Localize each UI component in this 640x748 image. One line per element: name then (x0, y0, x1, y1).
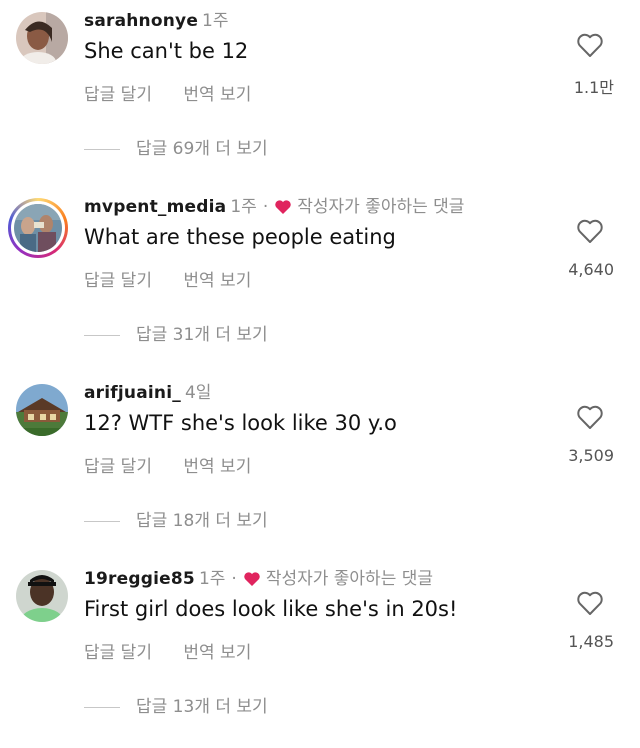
avatar[interactable] (16, 570, 68, 622)
comment-header: 19reggie85 1주 · 작성자가 좋아하는 댓글 (84, 568, 433, 590)
separator-dot: · (231, 569, 237, 589)
avatar-image (16, 12, 68, 64)
view-replies-button[interactable]: 답글 31개 더 보기 (84, 324, 268, 346)
view-replies-label: 답글 18개 더 보기 (136, 511, 268, 531)
heart-filled-icon (275, 200, 291, 214)
translate-button[interactable]: 번역 보기 (183, 643, 251, 663)
replies-divider (84, 706, 120, 708)
like-count: 3,509 (568, 446, 614, 465)
avatar-image (14, 204, 62, 252)
heart-outline-icon (577, 591, 603, 615)
translate-button[interactable]: 번역 보기 (183, 271, 251, 291)
author-liked-label: 작성자가 좋아하는 댓글 (297, 197, 465, 217)
like-count: 1.1만 (573, 78, 614, 97)
comment-header: mvpent_media 1주 · 작성자가 좋아하는 댓글 (84, 196, 464, 218)
reply-button[interactable]: 답글 달기 (84, 271, 152, 291)
view-replies-button[interactable]: 답글 13개 더 보기 (84, 696, 268, 718)
reply-button[interactable]: 답글 달기 (84, 85, 152, 105)
comment-text: What are these people eating (84, 225, 396, 249)
avatar-image (16, 570, 68, 622)
heart-filled-icon (244, 572, 260, 586)
comment-actions: 답글 달기 번역 보기 (84, 270, 277, 292)
username[interactable]: mvpent_media (84, 196, 226, 218)
like-button[interactable] (576, 404, 604, 430)
comment-item: mvpent_media 1주 · 작성자가 좋아하는 댓글 What are … (0, 196, 640, 376)
separator-dot: · (262, 197, 269, 217)
replies-divider (84, 334, 120, 336)
timestamp: 4일 (184, 383, 212, 403)
reply-button[interactable]: 답글 달기 (84, 457, 152, 477)
view-replies-label: 답글 13개 더 보기 (136, 697, 268, 717)
reply-button[interactable]: 답글 달기 (84, 643, 152, 663)
view-replies-label: 답글 31개 더 보기 (136, 325, 268, 345)
avatar[interactable] (8, 198, 68, 258)
comment-item: 19reggie85 1주 · 작성자가 좋아하는 댓글 First girl … (0, 568, 640, 748)
heart-outline-icon (577, 33, 603, 57)
translate-button[interactable]: 번역 보기 (183, 457, 251, 477)
comment-text: First girl does look like she's in 20s! (84, 597, 458, 621)
comment-item: sarahnonye 1주 She can't be 12 답글 달기 번역 보… (0, 10, 640, 190)
view-replies-button[interactable]: 답글 69개 더 보기 (84, 138, 268, 160)
translate-button[interactable]: 번역 보기 (183, 85, 251, 105)
comment-header: sarahnonye 1주 (84, 10, 229, 32)
timestamp: 1주 (230, 197, 257, 217)
avatar[interactable] (16, 12, 68, 64)
username[interactable]: 19reggie85 (84, 568, 195, 590)
username[interactable]: sarahnonye (84, 10, 198, 32)
comment-actions: 답글 달기 번역 보기 (84, 642, 277, 664)
replies-divider (84, 148, 120, 150)
avatar-image (16, 384, 68, 436)
like-count: 1,485 (568, 632, 614, 651)
author-liked-label: 작성자가 좋아하는 댓글 (265, 569, 434, 589)
replies-divider (84, 520, 120, 522)
avatar-story-ring (11, 201, 65, 255)
comment-actions: 답글 달기 번역 보기 (84, 456, 277, 478)
like-button[interactable] (576, 32, 604, 58)
like-button[interactable] (576, 218, 604, 244)
comment-text: 12? WTF she's look like 30 y.o (84, 411, 397, 435)
view-replies-button[interactable]: 답글 18개 더 보기 (84, 510, 268, 532)
heart-outline-icon (577, 405, 603, 429)
heart-outline-icon (577, 219, 603, 243)
comment-text: She can't be 12 (84, 39, 249, 63)
timestamp: 1주 (202, 11, 229, 31)
comment-actions: 답글 달기 번역 보기 (84, 84, 277, 106)
like-count: 4,640 (568, 260, 614, 279)
avatar[interactable] (16, 384, 68, 436)
view-replies-label: 답글 69개 더 보기 (136, 139, 268, 159)
timestamp: 1주 (198, 569, 226, 589)
comment-header: arifjuaini_ 4일 (84, 382, 211, 404)
username[interactable]: arifjuaini_ (84, 382, 181, 404)
like-button[interactable] (576, 590, 604, 616)
comment-item: arifjuaini_ 4일 12? WTF she's look like 3… (0, 382, 640, 562)
